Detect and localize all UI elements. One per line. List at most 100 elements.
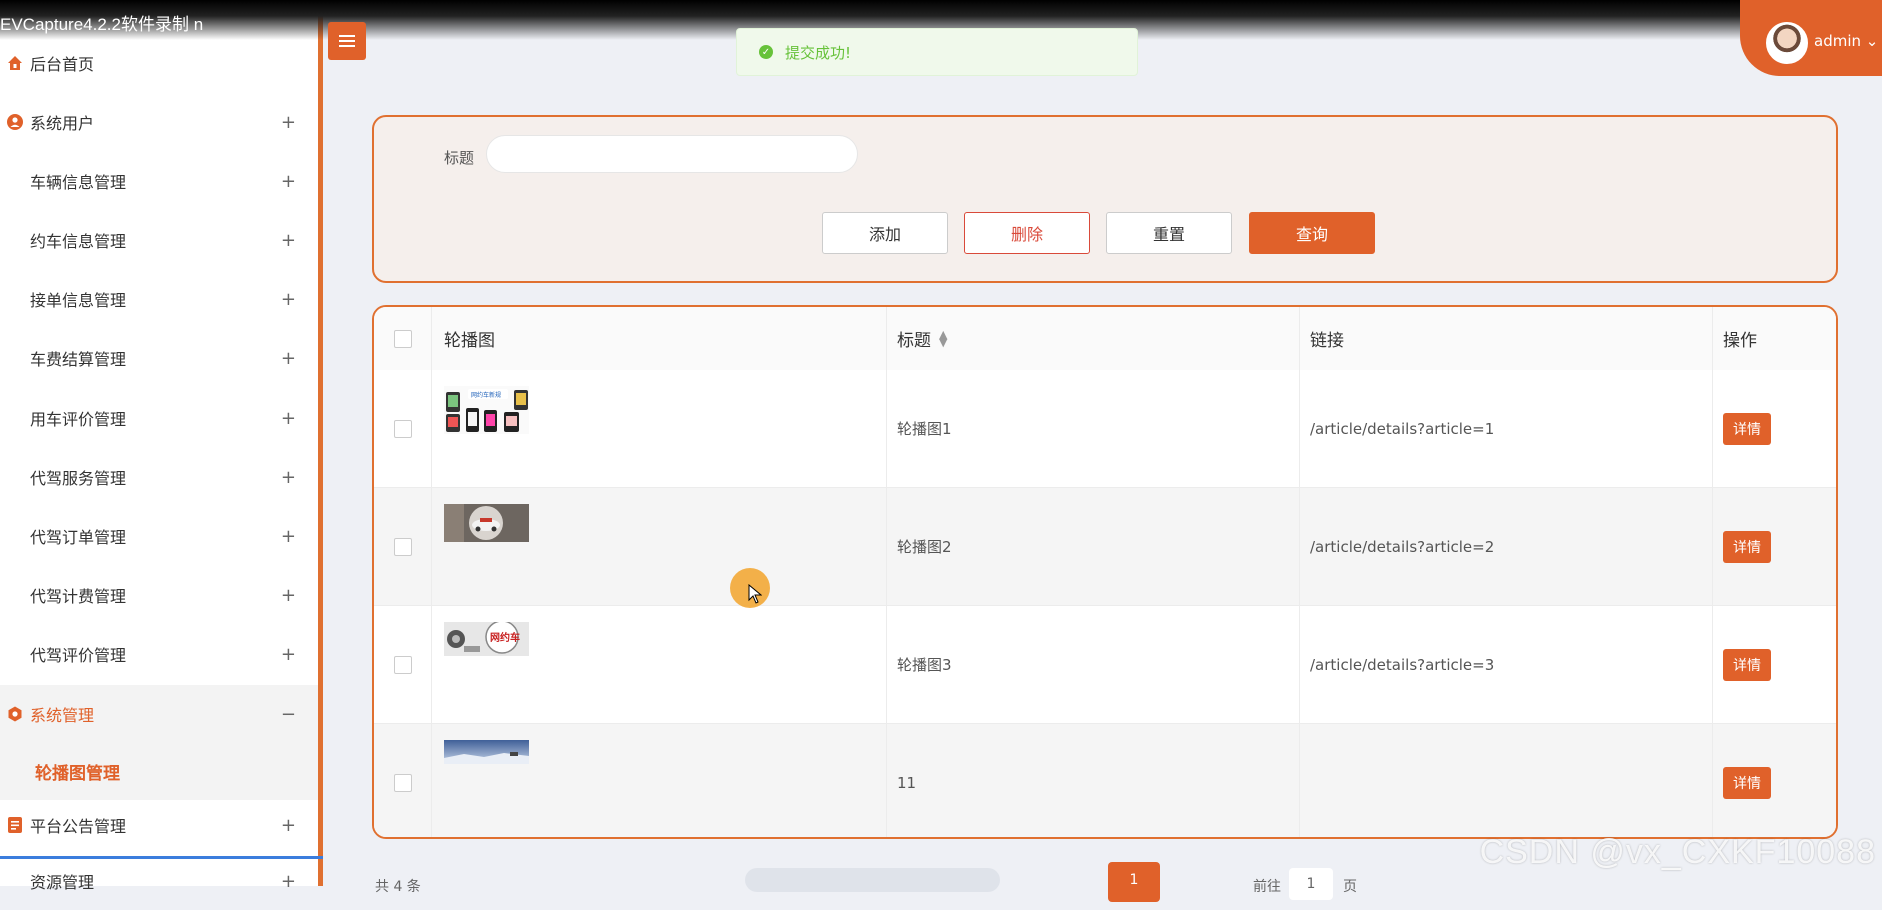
sidebar-item-label: 资源管理 xyxy=(30,873,95,892)
user-name: admin ⌄ xyxy=(1814,32,1878,50)
title-search-label: 标题 xyxy=(444,149,475,167)
sort-icon[interactable]: ▲ ▼ xyxy=(939,329,947,348)
table-row: 11 详情 xyxy=(374,724,1836,837)
carousel-thumbnail[interactable] xyxy=(444,504,529,542)
user-name-label: admin xyxy=(1814,32,1861,50)
sidebar-item-label: 车费结算管理 xyxy=(30,350,127,369)
chevron-down-icon: ⌄ xyxy=(1865,32,1879,50)
plus-icon: + xyxy=(280,288,296,310)
recorder-title: EVCapture4.2.2软件录制 n xyxy=(0,15,204,34)
grid-icon xyxy=(6,468,24,486)
sidebar-item-label: 平台公告管理 xyxy=(30,817,127,836)
menu-toggle-button[interactable] xyxy=(328,22,366,60)
sidebar: 后台首页 系统用户 + 车辆信息管理 + 约车信息管理 + 接单信息管理 + 车… xyxy=(0,0,323,892)
operation-cell: 详情 xyxy=(1713,370,1836,487)
detail-button[interactable]: 详情 xyxy=(1723,766,1771,799)
row-check-cell xyxy=(374,606,432,723)
link-cell: /article/details?article=2 xyxy=(1300,488,1713,605)
plus-icon: + xyxy=(280,229,296,251)
sidebar-item-system-users[interactable]: 系统用户 + xyxy=(0,93,318,151)
plus-icon: + xyxy=(280,466,296,488)
link-cell xyxy=(1300,724,1713,837)
header-title-label: 标题 xyxy=(897,331,931,351)
sidebar-item-home[interactable]: 后台首页 xyxy=(0,34,318,92)
delete-button[interactable]: 删除 xyxy=(964,212,1090,254)
detail-button[interactable]: 详情 xyxy=(1723,530,1771,563)
title-cell: 轮播图1 xyxy=(887,370,1300,487)
table-row: 网约车新规 轮播图1 /article/details?article=1 详情 xyxy=(374,370,1836,488)
avatar xyxy=(1766,22,1808,64)
detail-button[interactable]: 详情 xyxy=(1723,648,1771,681)
home-icon xyxy=(6,54,24,72)
table-header: 轮播图 标题 ▲ ▼ 链接 操作 xyxy=(374,307,1836,371)
carousel-thumbnail[interactable] xyxy=(444,740,529,764)
grid-icon xyxy=(6,409,24,427)
image-cell xyxy=(432,488,887,605)
sidebar-item-booking-info[interactable]: 约车信息管理 + xyxy=(0,211,318,269)
success-toast: ✓ 提交成功! xyxy=(736,28,1138,76)
title-cell: 11 xyxy=(887,724,1300,837)
grid-icon xyxy=(6,872,24,890)
plus-icon: + xyxy=(280,643,296,665)
gear-icon xyxy=(6,705,24,723)
sidebar-item-fare-settlement[interactable]: 车费结算管理 + xyxy=(0,329,318,387)
header-image: 轮播图 xyxy=(432,307,887,370)
plus-icon: + xyxy=(280,814,296,836)
sidebar-item-label: 代驾评价管理 xyxy=(30,646,127,665)
header-operation: 操作 xyxy=(1723,331,1757,351)
carousel-thumbnail[interactable]: 网约车 xyxy=(444,622,529,656)
sidebar-item-driving-service[interactable]: 代驾服务管理 + xyxy=(0,448,318,506)
row-checkbox[interactable] xyxy=(393,655,412,674)
header-link: 链接 xyxy=(1300,307,1713,370)
check-circle-icon: ✓ xyxy=(759,45,773,59)
row-checkbox[interactable] xyxy=(393,537,412,556)
row-check-cell xyxy=(374,370,432,487)
carousel-thumbnail[interactable]: 网约车新规 xyxy=(444,386,529,434)
sidebar-item-label: 代驾服务管理 xyxy=(30,469,127,488)
grid-icon xyxy=(6,231,24,249)
row-checkbox[interactable] xyxy=(393,419,412,438)
sidebar-item-resources[interactable]: 资源管理 + xyxy=(0,852,318,910)
sidebar-subitem-carousel[interactable]: 轮播图管理 xyxy=(0,742,318,800)
table-row: 网约车 轮播图3 /article/details?article=3 详情 xyxy=(374,606,1836,724)
sidebar-item-driving-billing[interactable]: 代驾计费管理 + xyxy=(0,566,318,624)
add-button[interactable]: 添加 xyxy=(822,212,948,254)
sidebar-item-label: 用车评价管理 xyxy=(30,410,127,429)
sidebar-item-ride-review[interactable]: 用车评价管理 + xyxy=(0,389,318,447)
sidebar-item-driving-order[interactable]: 代驾订单管理 + xyxy=(0,507,318,565)
sidebar-item-label: 代驾订单管理 xyxy=(30,528,127,547)
sidebar-item-label: 系统管理 xyxy=(30,706,95,725)
reset-button[interactable]: 重置 xyxy=(1106,212,1232,254)
pagination-total: 共 4 条 xyxy=(375,879,421,895)
sidebar-item-label: 系统用户 xyxy=(30,114,95,133)
header-title[interactable]: 标题 ▲ ▼ xyxy=(887,307,1300,370)
sidebar-subitem-label: 轮播图管理 xyxy=(35,763,120,784)
recorder-controls[interactable] xyxy=(745,868,1000,892)
sidebar-item-order-accept[interactable]: 接单信息管理 + xyxy=(0,270,318,328)
operation-cell: 详情 xyxy=(1713,488,1836,605)
sidebar-item-vehicle-info[interactable]: 车辆信息管理 + xyxy=(0,152,318,210)
row-checkbox[interactable] xyxy=(393,773,412,792)
select-all-checkbox[interactable] xyxy=(393,329,412,348)
hamburger-icon xyxy=(339,29,355,53)
sidebar-item-system-management[interactable]: 系统管理 − xyxy=(0,685,318,743)
sidebar-item-label: 接单信息管理 xyxy=(30,291,127,310)
row-check-cell xyxy=(374,724,432,837)
sidebar-item-label: 代驾计费管理 xyxy=(30,587,127,606)
sidebar-item-announcements[interactable]: 平台公告管理 + xyxy=(0,796,318,854)
row-check-cell xyxy=(374,488,432,605)
image-cell xyxy=(432,724,887,837)
title-cell: 轮播图3 xyxy=(887,606,1300,723)
link-cell: /article/details?article=3 xyxy=(1300,606,1713,723)
detail-button[interactable]: 详情 xyxy=(1723,412,1771,445)
sidebar-item-label: 车辆信息管理 xyxy=(30,173,127,192)
goto-page-input[interactable]: 1 xyxy=(1289,868,1333,900)
page-button-current[interactable]: 1 xyxy=(1108,862,1160,902)
sidebar-item-driving-review[interactable]: 代驾评价管理 + xyxy=(0,625,318,683)
doc-icon xyxy=(6,816,24,834)
title-search-input[interactable] xyxy=(486,135,858,173)
grid-icon xyxy=(6,645,24,663)
query-button[interactable]: 查询 xyxy=(1249,212,1375,254)
minus-icon: − xyxy=(280,703,296,725)
user-menu[interactable]: admin ⌄ xyxy=(1740,0,1882,76)
